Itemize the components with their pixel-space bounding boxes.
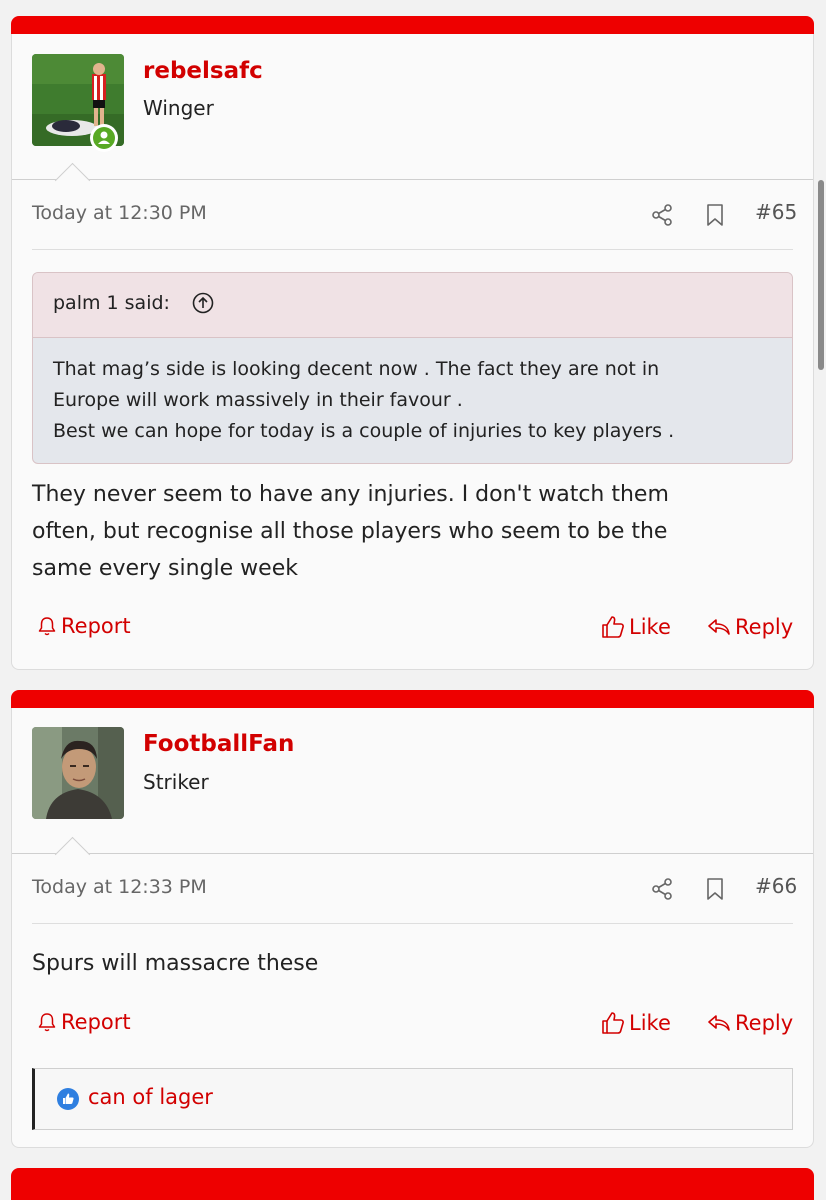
post-accent-bar xyxy=(11,16,814,34)
bookmark-icon[interactable] xyxy=(704,203,726,227)
like-label: Like xyxy=(629,1011,671,1035)
share-icon[interactable] xyxy=(650,203,674,227)
quote-header: palm 1 said: xyxy=(33,273,792,338)
post-accent-bar xyxy=(11,690,814,708)
post-number[interactable]: #65 xyxy=(755,200,797,224)
user-divider xyxy=(12,179,813,180)
user-divider xyxy=(12,853,813,854)
message-line: Spurs will massacre these xyxy=(32,951,319,976)
post-number[interactable]: #66 xyxy=(755,874,797,898)
bell-icon xyxy=(38,617,56,636)
share-icon[interactable] xyxy=(650,877,674,901)
reply-button[interactable]: Reply xyxy=(706,1010,793,1036)
bookmark-icon[interactable] xyxy=(704,877,726,901)
post-accent-bar xyxy=(11,1168,814,1200)
post-meta-icons: #66 xyxy=(650,874,797,904)
post-65: rebelsafc Winger Today at 12:30 PM #65 p… xyxy=(11,34,814,670)
reaction-users[interactable]: can of lager xyxy=(88,1085,213,1109)
post-message: Spurs will massacre these xyxy=(32,945,793,982)
arrow-up-circle-icon[interactable] xyxy=(192,292,214,314)
reply-icon xyxy=(708,1015,730,1031)
report-button[interactable]: Report xyxy=(36,1010,131,1034)
user-title: Winger xyxy=(143,96,214,120)
username[interactable]: rebelsafc xyxy=(143,58,263,84)
quote-line: Best we can hope for today is a couple o… xyxy=(53,420,675,442)
like-button[interactable]: Like xyxy=(600,614,671,640)
scrollbar[interactable] xyxy=(818,180,824,370)
message-line: same every single week xyxy=(32,556,298,581)
post-date[interactable]: Today at 12:33 PM xyxy=(32,876,207,898)
post-66: FootballFan Striker Today at 12:33 PM #6… xyxy=(11,708,814,1148)
like-button[interactable]: Like xyxy=(600,1010,671,1036)
reply-label: Reply xyxy=(735,615,794,639)
quote-body: That mag’s side is looking decent now . … xyxy=(33,338,792,461)
user-title: Striker xyxy=(143,770,209,794)
username[interactable]: FootballFan xyxy=(143,731,294,757)
reply-button[interactable]: Reply xyxy=(706,614,793,640)
quote-line: Europe will work massively in their favo… xyxy=(53,389,463,411)
meta-divider xyxy=(32,249,793,250)
user-arrow xyxy=(54,162,91,199)
avatar[interactable] xyxy=(32,727,124,819)
reply-icon xyxy=(708,619,730,635)
quote-block: palm 1 said: That mag’s side is looking … xyxy=(32,272,793,464)
message-line: They never seem to have any injuries. I … xyxy=(32,482,669,507)
like-label: Like xyxy=(629,615,671,639)
user-arrow xyxy=(54,836,91,873)
report-button[interactable]: Report xyxy=(36,614,131,638)
thumbs-up-icon xyxy=(602,1012,624,1034)
bell-icon xyxy=(38,1013,56,1032)
report-label: Report xyxy=(61,614,131,638)
like-reaction-icon xyxy=(57,1088,79,1110)
quote-line: That mag’s side is looking decent now . … xyxy=(53,358,660,380)
reply-label: Reply xyxy=(735,1011,794,1035)
post-meta-icons: #65 xyxy=(650,200,797,230)
quote-author[interactable]: palm 1 said: xyxy=(53,292,170,314)
post-message: They never seem to have any injuries. I … xyxy=(32,476,793,587)
meta-divider xyxy=(32,923,793,924)
user-online-icon xyxy=(90,124,118,152)
reactions-bar: can of lager xyxy=(32,1068,793,1130)
report-label: Report xyxy=(61,1010,131,1034)
message-line: often, but recognise all those players w… xyxy=(32,519,668,544)
post-date[interactable]: Today at 12:30 PM xyxy=(32,202,207,224)
thumbs-up-icon xyxy=(602,616,624,638)
